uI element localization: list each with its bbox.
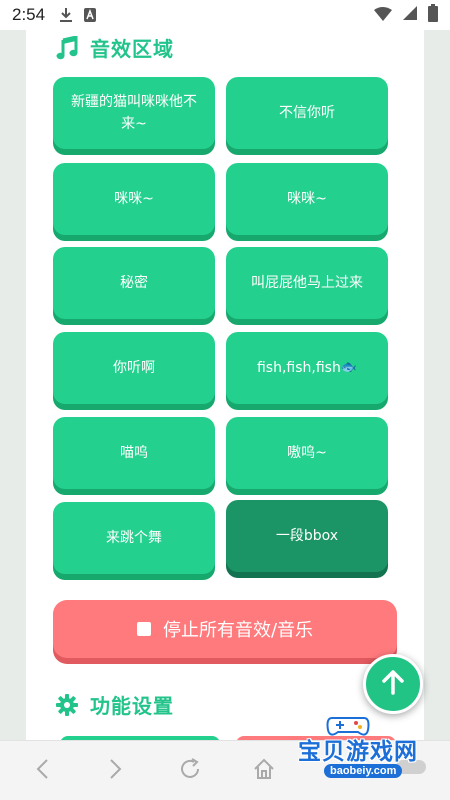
music-note-icon <box>56 35 78 60</box>
sound-button[interactable]: 秘密 <box>53 247 215 319</box>
sound-button[interactable]: 咪咪~ <box>53 163 215 235</box>
stop-icon <box>136 622 151 636</box>
download-icon <box>59 7 73 23</box>
reload-icon <box>178 757 202 785</box>
status-bar: 2:54 <box>0 0 450 30</box>
watermark-url: baobeiy.com <box>324 764 403 778</box>
forward-button[interactable] <box>96 751 136 791</box>
watermark-title: 宝贝游戏网 <box>298 739 418 765</box>
stop-all-sounds-button[interactable]: 停止所有音效/音乐 <box>53 600 397 658</box>
sound-section-title: 音效区域 <box>56 33 174 62</box>
sound-button[interactable]: fish,fish,fish 🐟 <box>226 332 388 404</box>
sound-button-label: 叫屁屁他马上过来 <box>251 274 363 291</box>
gear-icon <box>56 693 78 716</box>
settings-section-label: 功能设置 <box>90 694 174 718</box>
page-content[interactable]: 音效区域 新疆的猫叫咪咪他不来~ 不信你听 咪咪~ 咪咪~ 秘密 叫屁屁他马上过… <box>0 30 450 740</box>
sound-button-label: fish,fish,fish <box>256 359 341 376</box>
sound-button-label: 咪咪~ <box>287 190 327 207</box>
sound-button[interactable]: 咪咪~ <box>226 163 388 235</box>
sound-button-active[interactable]: 一段bbox <box>226 500 388 572</box>
sound-button-label: 咪咪~ <box>114 190 154 207</box>
settings-section-title: 功能设置 <box>56 690 174 719</box>
battery-icon <box>428 4 438 26</box>
a-badge-icon <box>83 7 97 23</box>
sound-button-label: 秘密 <box>120 274 148 291</box>
forward-icon <box>109 758 123 784</box>
sound-button-label: 嗷呜~ <box>287 444 327 461</box>
sound-button-label: 新疆的猫叫咪咪他不来~ <box>71 93 197 132</box>
sound-button-label: 一段bbox <box>275 527 339 544</box>
stop-all-sounds-label: 停止所有音效/音乐 <box>162 620 314 641</box>
signal-icon <box>402 5 418 25</box>
sound-button[interactable]: 叫屁屁他马上过来 <box>226 247 388 319</box>
sound-button-label: 来跳个舞 <box>106 529 162 546</box>
sound-button[interactable]: 来跳个舞 <box>53 502 215 574</box>
back-button[interactable] <box>22 751 62 791</box>
scroll-to-top-button[interactable] <box>363 654 423 714</box>
reload-button[interactable] <box>170 751 210 791</box>
sound-button[interactable]: 你听啊 <box>53 332 215 404</box>
sound-button[interactable]: 不信你听 <box>226 77 388 149</box>
home-button[interactable] <box>244 751 284 791</box>
wifi-icon <box>374 6 392 25</box>
sound-button[interactable]: 喵呜 <box>53 417 215 489</box>
fish-emoji-icon: 🐟 <box>340 359 358 375</box>
sound-button-label: 喵呜 <box>120 444 148 461</box>
sound-section-label: 音效区域 <box>90 37 174 61</box>
sound-button[interactable]: 嗷呜~ <box>226 417 388 489</box>
back-icon <box>35 758 49 784</box>
status-time: 2:54 <box>12 5 46 24</box>
sound-button-label: 不信你听 <box>279 104 335 121</box>
arrow-up-icon <box>381 669 405 699</box>
watermark: 宝贝游戏网 baobeiy.com <box>290 714 440 784</box>
sound-button[interactable]: 新疆的猫叫咪咪他不来~ <box>53 77 215 149</box>
sound-button-label: 你听啊 <box>113 359 155 376</box>
home-icon <box>252 757 276 785</box>
